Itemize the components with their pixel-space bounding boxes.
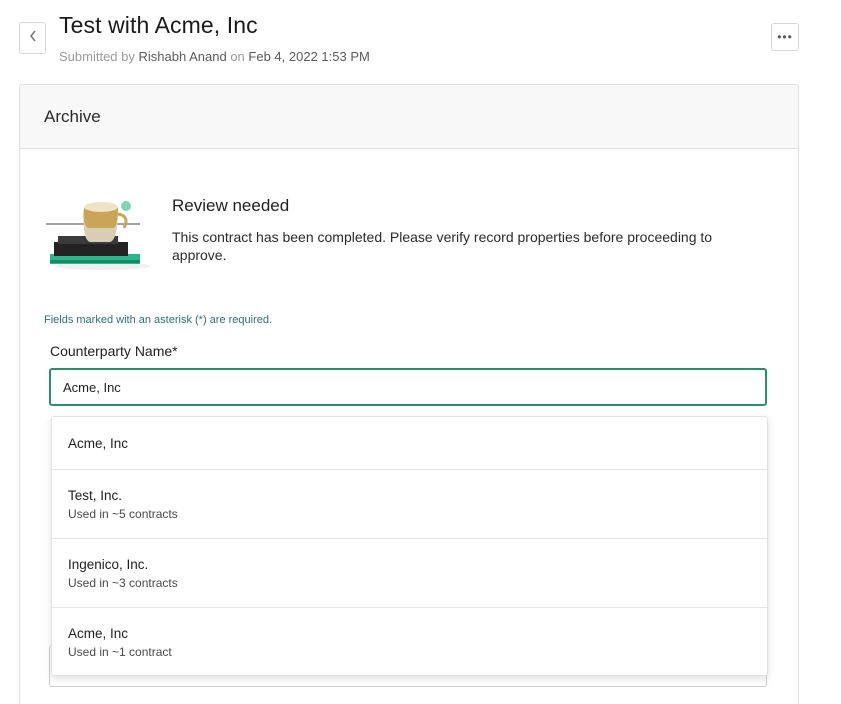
dropdown-option[interactable]: Ingenico, Inc. Used in ~3 contracts [52, 539, 767, 608]
submitted-date: Feb 4, 2022 1:53 PM [248, 49, 370, 64]
contract-illustration [44, 190, 154, 276]
counterparty-name-label: Counterparty Name* [50, 343, 178, 359]
option-usage: Used in ~1 contract [68, 645, 172, 659]
chevron-left-icon [28, 29, 38, 48]
submitter-name: Rishabh Anand [138, 49, 227, 64]
submitted-prefix: Submitted by [59, 49, 135, 64]
counterparty-suggestions-dropdown: Acme, Inc Test, Inc. Used in ~5 contract… [51, 416, 768, 676]
counterparty-name-input[interactable] [49, 368, 767, 406]
option-name: Acme, Inc [68, 435, 129, 451]
submission-info: Submitted by Rishabh Anand on Feb 4, 202… [59, 49, 370, 64]
required-fields-note: Fields marked with an asterisk (*) are r… [44, 314, 273, 326]
option-name: Ingenico, Inc. [68, 556, 149, 572]
option-usage: Used in ~5 contracts [68, 506, 178, 521]
option-name: Test, Inc. [68, 487, 123, 503]
option-usage: Used in ~3 contracts [68, 575, 178, 590]
review-description: This contract has been completed. Please… [172, 229, 713, 263]
on-word: on [230, 49, 245, 64]
dropdown-option[interactable]: Acme, Inc [52, 417, 767, 470]
page-title: Test with Acme, Inc [59, 12, 258, 38]
review-title: Review needed [172, 196, 290, 215]
more-options-button[interactable]: ••• [771, 23, 799, 51]
dropdown-option[interactable]: Acme, Inc Used in ~1 contract [52, 608, 767, 675]
card-header: Archive [20, 85, 798, 149]
ellipsis-icon: ••• [777, 30, 793, 44]
option-name: Acme, Inc [68, 626, 129, 641]
card-title: Archive [44, 106, 101, 126]
back-button[interactable] [19, 22, 46, 54]
dropdown-option[interactable]: Test, Inc. Used in ~5 contracts [52, 470, 767, 539]
